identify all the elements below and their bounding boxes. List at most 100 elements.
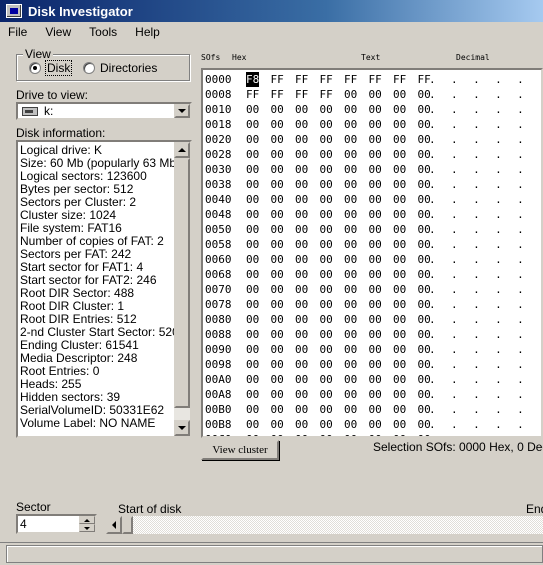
hex-byte[interactable]: 00 <box>271 357 284 372</box>
hex-byte[interactable]: 00 <box>246 432 259 436</box>
hex-byte[interactable]: 00 <box>344 252 357 267</box>
hex-byte[interactable]: 00 <box>393 402 406 417</box>
hex-byte[interactable]: 00 <box>393 432 406 436</box>
hex-text-column[interactable]: . . . . . . . . <box>429 342 541 357</box>
hex-byte[interactable]: 00 <box>320 177 333 192</box>
hex-byte[interactable]: 00 <box>369 282 382 297</box>
hex-byte[interactable]: 00 <box>369 327 382 342</box>
hex-byte[interactable]: 00 <box>344 297 357 312</box>
hex-byte[interactable]: 00 <box>369 417 382 432</box>
hex-byte[interactable]: 00 <box>344 342 357 357</box>
hex-byte[interactable]: 00 <box>369 222 382 237</box>
hex-view[interactable]: 0000F8FFFFFFFFFFFFFF. . . . . . . .0008F… <box>201 68 543 438</box>
hex-byte[interactable]: 00 <box>344 432 357 436</box>
hex-byte[interactable]: 00 <box>246 117 259 132</box>
hex-byte[interactable]: 00 <box>271 297 284 312</box>
hex-byte[interactable]: 00 <box>393 282 406 297</box>
hex-byte[interactable]: 00 <box>246 267 259 282</box>
hex-byte[interactable]: 00 <box>295 267 308 282</box>
hex-byte[interactable]: 00 <box>344 282 357 297</box>
hex-byte[interactable]: 00 <box>320 237 333 252</box>
drive-select[interactable]: k: <box>16 102 192 120</box>
hex-byte[interactable]: 00 <box>344 387 357 402</box>
hex-byte[interactable]: 00 <box>246 417 259 432</box>
hex-text-column[interactable]: . . . . . . . . <box>429 357 541 372</box>
hex-text-column[interactable]: . . . . . . . . <box>429 237 541 252</box>
hex-byte[interactable]: 00 <box>369 102 382 117</box>
hex-byte[interactable]: 00 <box>393 237 406 252</box>
hex-byte[interactable]: 00 <box>344 177 357 192</box>
hex-byte[interactable]: FF <box>295 87 308 102</box>
hex-byte[interactable]: 00 <box>344 102 357 117</box>
hex-byte[interactable]: 00 <box>295 162 308 177</box>
hex-byte[interactable]: 00 <box>295 222 308 237</box>
hex-text-column[interactable]: . . . . . . . . <box>429 372 541 387</box>
hex-byte[interactable]: FF <box>393 72 406 87</box>
hex-byte[interactable]: 00 <box>246 357 259 372</box>
hex-byte[interactable]: 00 <box>320 252 333 267</box>
hex-byte[interactable]: 00 <box>320 282 333 297</box>
hex-byte[interactable]: 00 <box>246 147 259 162</box>
hex-byte[interactable]: 00 <box>295 102 308 117</box>
hex-text-column[interactable]: . . . . . . . . <box>429 192 541 207</box>
hex-text-column[interactable]: . . . . . . . . <box>429 222 541 237</box>
hex-text-column[interactable]: . . . . . . . . <box>429 102 541 117</box>
hex-byte[interactable]: 00 <box>295 357 308 372</box>
view-cluster-button[interactable]: View cluster <box>201 440 279 460</box>
hex-byte[interactable]: 00 <box>393 327 406 342</box>
hex-byte[interactable]: 00 <box>369 387 382 402</box>
hex-byte[interactable]: 00 <box>393 162 406 177</box>
hex-byte[interactable]: FF <box>271 87 284 102</box>
hex-text-column[interactable]: . . . . . . . . <box>429 147 541 162</box>
hex-byte[interactable]: 00 <box>369 207 382 222</box>
hex-byte[interactable]: 00 <box>369 192 382 207</box>
hex-byte[interactable]: 00 <box>271 387 284 402</box>
hex-byte[interactable]: 00 <box>295 207 308 222</box>
hex-byte[interactable]: 00 <box>295 132 308 147</box>
hex-byte[interactable]: 00 <box>246 132 259 147</box>
hex-byte[interactable]: 00 <box>246 237 259 252</box>
disk-position-scrollbar[interactable] <box>106 516 543 534</box>
hex-byte[interactable]: 00 <box>369 132 382 147</box>
hex-byte[interactable]: 00 <box>246 387 259 402</box>
hex-byte[interactable]: FF <box>344 72 357 87</box>
menu-help[interactable]: Help <box>135 25 160 39</box>
hex-byte[interactable]: 00 <box>320 117 333 132</box>
hex-byte[interactable]: 00 <box>320 102 333 117</box>
hex-byte[interactable]: 00 <box>393 222 406 237</box>
hex-text-column[interactable]: . . . . . . . . <box>429 162 541 177</box>
hex-byte[interactable]: 00 <box>271 312 284 327</box>
hex-byte[interactable]: 00 <box>393 297 406 312</box>
hex-byte[interactable]: 00 <box>295 372 308 387</box>
hex-byte[interactable]: 00 <box>393 207 406 222</box>
hex-text-column[interactable]: . . . . . . . . <box>429 312 541 327</box>
hex-byte[interactable]: 00 <box>271 222 284 237</box>
hex-byte[interactable]: 00 <box>393 252 406 267</box>
radio-directories-indicator[interactable] <box>83 62 95 74</box>
hex-text-column[interactable]: . . . . . . . . <box>429 207 541 222</box>
hex-text-column[interactable]: . . . . . . . . <box>429 417 541 432</box>
hex-byte[interactable]: 00 <box>320 327 333 342</box>
hex-text-column[interactable]: . . . . . . . . <box>429 252 541 267</box>
hex-byte[interactable]: 00 <box>246 372 259 387</box>
hex-byte[interactable]: 00 <box>320 342 333 357</box>
hex-byte[interactable]: 00 <box>344 237 357 252</box>
hex-byte[interactable]: 00 <box>246 192 259 207</box>
hex-byte[interactable]: 00 <box>295 432 308 436</box>
scroll-down-button[interactable] <box>174 420 190 436</box>
menu-view[interactable]: View <box>45 25 71 39</box>
hex-text-column[interactable]: . . . . . . . . <box>429 117 541 132</box>
hex-text-column[interactable]: . . . . . . . . <box>429 402 541 417</box>
hex-byte[interactable]: 00 <box>271 267 284 282</box>
hex-byte[interactable]: 00 <box>320 312 333 327</box>
hex-byte[interactable]: 00 <box>369 267 382 282</box>
hex-byte[interactable]: 00 <box>246 402 259 417</box>
hex-byte[interactable]: 00 <box>393 387 406 402</box>
hex-byte[interactable]: 00 <box>246 282 259 297</box>
hex-byte[interactable]: 00 <box>369 147 382 162</box>
hex-byte[interactable]: 00 <box>393 102 406 117</box>
hex-byte[interactable]: 00 <box>369 312 382 327</box>
hex-byte[interactable]: 00 <box>369 432 382 436</box>
hex-byte[interactable]: 00 <box>246 162 259 177</box>
hex-byte[interactable]: 00 <box>344 147 357 162</box>
